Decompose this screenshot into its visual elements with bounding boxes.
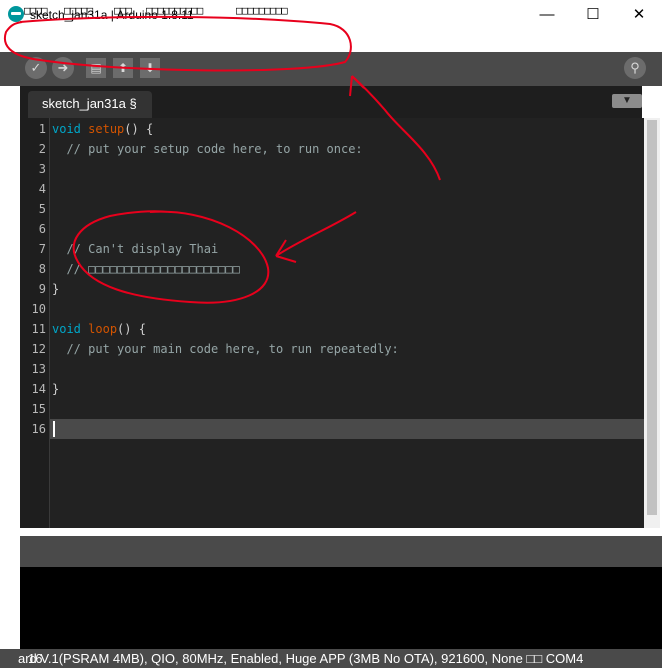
current-line-highlight [50, 419, 644, 439]
document-icon: ▤ [90, 61, 102, 75]
keyword: void [52, 122, 81, 136]
line-number-status: 16 [28, 651, 43, 666]
menu-item-sketch[interactable]: □□□ [114, 4, 132, 17]
code-line: void loop() { [52, 322, 146, 336]
code-line: } [52, 382, 60, 396]
code-comment: // put your main code here, to run repea… [52, 342, 399, 356]
line-number: 11 [31, 322, 46, 336]
line-number: 2 [38, 142, 46, 156]
new-sketch-button[interactable]: ▤ [86, 58, 106, 78]
magnifier-icon: ⚲ [630, 60, 640, 75]
menu-bar [0, 30, 662, 52]
serial-monitor-button[interactable]: ⚲ [624, 57, 646, 79]
code-text: () { [117, 322, 146, 336]
save-sketch-button[interactable]: ⬇ [140, 58, 160, 78]
code-comment: // Can't display Thai [52, 242, 219, 256]
function-name: loop [88, 322, 118, 336]
line-number: 15 [31, 402, 46, 416]
line-number: 6 [38, 222, 46, 236]
console-divider[interactable] [20, 528, 662, 536]
line-number: 13 [31, 362, 46, 376]
console-message-area [20, 536, 662, 567]
board-config-text: ard V.1(PSRAM 4MB), QIO, 80MHz, Enabled,… [18, 651, 584, 666]
line-number: 12 [31, 342, 46, 356]
line-number: 8 [38, 262, 46, 276]
code-comment: // □□□□□□□□□□□□□□□□□□□□□ [52, 262, 240, 276]
code-line: } [52, 282, 60, 296]
open-sketch-button[interactable]: ⬆ [113, 58, 133, 78]
check-icon: ✓ [30, 60, 42, 75]
scrollbar-thumb[interactable] [647, 120, 657, 515]
line-number: 5 [38, 202, 46, 216]
arrow-down-icon: ⬇ [144, 61, 156, 75]
keyword: void [52, 322, 81, 336]
code-text: () { [124, 122, 154, 136]
line-number: 1 [38, 122, 46, 136]
line-number: 4 [38, 182, 46, 196]
menu-item-file[interactable]: □□□□ [24, 4, 47, 17]
line-number: 9 [38, 282, 46, 296]
menu-item-edit[interactable]: □□□□□ [64, 4, 93, 17]
code-comment: // put your setup code here, to run once… [52, 142, 363, 156]
close-button[interactable]: ✕ [616, 0, 662, 30]
line-number: 10 [31, 302, 46, 316]
minimize-button[interactable]: — [524, 0, 570, 30]
console-output[interactable] [20, 567, 662, 649]
tab-menu-button[interactable]: ▼ [612, 94, 642, 108]
menu-item-help[interactable]: □□□□□□□□□ [236, 4, 288, 17]
arduino-logo-icon [8, 6, 24, 22]
arrow-up-icon: ⬆ [117, 61, 129, 75]
arrow-right-icon: ➜ [57, 60, 69, 75]
board-status-text: 16 ard V.1(PSRAM 4MB), QIO, 80MHz, Enable… [18, 651, 583, 666]
chevron-down-icon: ▼ [622, 95, 632, 106]
text-caret [53, 421, 55, 437]
tab-label: sketch_jan31a § [42, 96, 137, 111]
function-name: setup [88, 122, 125, 136]
menu-item-tools[interactable]: □□□□□□□□□□ [146, 4, 203, 17]
code-line: void setup() { [52, 122, 153, 136]
line-number: 3 [38, 162, 46, 176]
maximize-button[interactable]: ☐ [570, 0, 616, 30]
line-number: 14 [31, 382, 46, 396]
verify-button[interactable]: ✓ [25, 57, 47, 79]
line-number: 16 [31, 422, 46, 436]
line-number: 7 [38, 242, 46, 256]
upload-button[interactable]: ➜ [52, 57, 74, 79]
